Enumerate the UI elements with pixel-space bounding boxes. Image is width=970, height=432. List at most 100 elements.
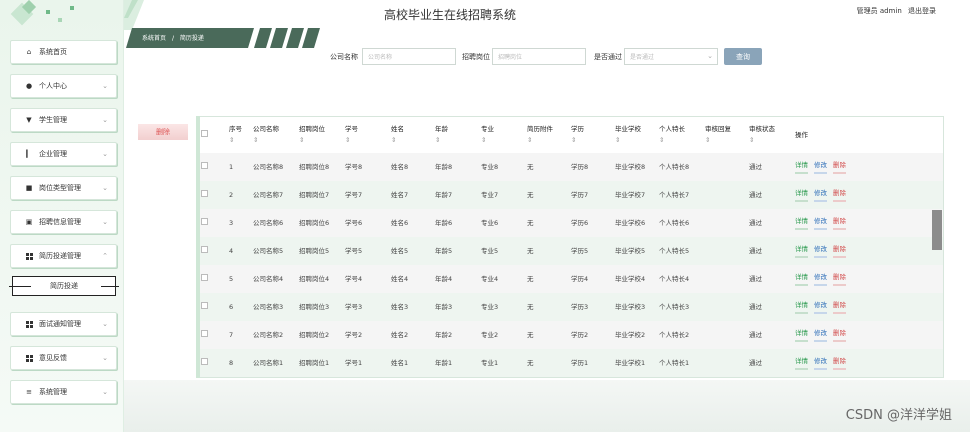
detail-button[interactable]: 详情 <box>795 300 808 314</box>
company-cell: 公司名称2 <box>253 331 284 339</box>
delete-button[interactable]: 删除 <box>833 328 846 342</box>
detail-button[interactable]: 详情 <box>795 272 808 286</box>
position-cell: 招聘岗位7 <box>299 191 330 199</box>
row-checkbox[interactable] <box>197 153 225 181</box>
student-id-cell: 学号5 <box>345 247 363 255</box>
detail-button[interactable]: 详情 <box>795 188 808 202</box>
scrollbar-thumb[interactable] <box>932 210 942 250</box>
sidebar-item-home[interactable]: ⌂ 系统首页 <box>10 40 117 64</box>
batch-delete-button[interactable]: 删除 <box>138 124 188 140</box>
edit-button[interactable]: 修改 <box>814 328 827 342</box>
sidebar-item-feedback[interactable]: 意见反馈 ⌄ <box>10 346 117 370</box>
position-cell: 招聘岗位8 <box>299 163 330 171</box>
row-checkbox[interactable] <box>197 209 225 237</box>
delete-button[interactable]: 删除 <box>833 300 846 314</box>
delete-button[interactable]: 删除 <box>833 216 846 230</box>
detail-button[interactable]: 详情 <box>795 328 808 342</box>
major-cell: 专业1 <box>481 359 499 367</box>
logo-decoration <box>0 0 124 36</box>
edit-button[interactable]: 修改 <box>814 188 827 202</box>
age-cell: 年龄7 <box>435 191 453 199</box>
detail-button[interactable]: 详情 <box>795 244 808 258</box>
breadcrumb-separator: / <box>171 35 174 42</box>
student-id-cell: 学号3 <box>345 303 363 311</box>
sidebar-item-job-info[interactable]: ▣ 招聘信息管理 ⌄ <box>10 210 117 234</box>
student-id-cell: 学号6 <box>345 219 363 227</box>
major-cell: 专业5 <box>481 247 499 255</box>
company-input[interactable]: 公司名称 <box>362 48 456 65</box>
detail-button[interactable]: 详情 <box>795 356 808 370</box>
column-header-attachment[interactable]: 简历附件 ⇕ <box>523 117 567 153</box>
column-header-status[interactable]: 审核状态 ⇕ <box>745 117 791 153</box>
column-header-education[interactable]: 学历 ⇕ <box>567 117 611 153</box>
column-header-no[interactable]: 序号 ⇕ <box>225 117 249 153</box>
column-header-age[interactable]: 年龄 ⇕ <box>431 117 477 153</box>
column-header-reply[interactable]: 审核回复 ⇕ <box>701 117 745 153</box>
delete-button[interactable]: 删除 <box>833 272 846 286</box>
sidebar-item-students[interactable]: ▼ 学生管理 ⌄ <box>10 108 117 132</box>
sidebar-item-personal-center[interactable]: ● 个人中心 ⌄ <box>10 74 117 98</box>
delete-button[interactable]: 删除 <box>833 244 846 258</box>
breadcrumb-home[interactable]: 系统首页 <box>142 35 166 42</box>
approved-select-value: 是否通过 <box>630 54 655 61</box>
row-actions: 详情 修改 删除 <box>791 181 943 209</box>
attachment-cell: 无 <box>527 303 534 311</box>
delete-button[interactable]: 删除 <box>833 356 846 370</box>
column-header-company[interactable]: 公司名称 ⇕ <box>249 117 295 153</box>
sidebar-item-interview-notices[interactable]: 面试通知管理 ⌄ <box>10 312 117 336</box>
row-number: 3 <box>229 219 234 227</box>
selection-marker <box>9 286 31 287</box>
edit-button[interactable]: 修改 <box>814 160 827 174</box>
row-checkbox[interactable] <box>197 349 225 377</box>
row-checkbox[interactable] <box>197 237 225 265</box>
logout-link[interactable]: 退出登录 <box>908 7 936 15</box>
clipboard-icon: ▣ <box>25 218 33 226</box>
detail-button[interactable]: 详情 <box>795 160 808 174</box>
status-cell: 通过 <box>749 247 762 255</box>
sidebar-item-resume-submissions[interactable]: 简历投递管理 ⌃ <box>10 244 117 268</box>
sidebar-item-label: 系统管理 <box>39 388 67 396</box>
sidebar-item-position-types[interactable]: ■ 岗位类型管理 ⌄ <box>10 176 117 200</box>
sidebar-item-companies[interactable]: ▎ 企业管理 ⌄ <box>10 142 117 166</box>
education-cell: 学历6 <box>571 219 589 227</box>
sidebar-item-system[interactable]: ≡ 系统管理 ⌄ <box>10 380 117 404</box>
reply-cell <box>701 321 745 349</box>
position-input[interactable]: 招聘岗位 <box>492 48 586 65</box>
position-cell: 招聘岗位3 <box>299 303 330 311</box>
company-cell: 公司名称7 <box>253 191 284 199</box>
row-checkbox[interactable] <box>197 293 225 321</box>
sidebar-item-label: 岗位类型管理 <box>39 184 81 192</box>
attachment-cell: 无 <box>527 191 534 199</box>
column-header-position[interactable]: 招聘岗位 ⇕ <box>295 117 341 153</box>
edit-button[interactable]: 修改 <box>814 356 827 370</box>
company-cell: 公司名称6 <box>253 219 284 227</box>
sidebar-item-label: 面试通知管理 <box>39 320 81 328</box>
position-cell: 招聘岗位2 <box>299 331 330 339</box>
row-checkbox[interactable] <box>197 265 225 293</box>
detail-button[interactable]: 详情 <box>795 216 808 230</box>
column-header-major[interactable]: 专业 ⇕ <box>477 117 523 153</box>
sliders-icon: ≡ <box>26 388 32 396</box>
delete-button[interactable]: 删除 <box>833 188 846 202</box>
row-checkbox[interactable] <box>197 321 225 349</box>
status-cell: 通过 <box>749 163 762 171</box>
row-number: 4 <box>229 247 234 255</box>
major-cell: 专业4 <box>481 275 499 283</box>
column-header-specialty[interactable]: 个人特长 ⇕ <box>655 117 701 153</box>
query-button[interactable]: 查询 <box>724 48 762 65</box>
column-header-school[interactable]: 毕业学校 ⇕ <box>611 117 655 153</box>
row-checkbox[interactable] <box>197 181 225 209</box>
delete-button[interactable]: 删除 <box>833 160 846 174</box>
select-all-checkbox[interactable] <box>197 117 225 153</box>
column-header-name[interactable]: 姓名 ⇕ <box>387 117 431 153</box>
chevron-down-icon: ⌄ <box>102 184 108 192</box>
edit-button[interactable]: 修改 <box>814 272 827 286</box>
approved-select[interactable]: 是否通过 ⌄ <box>624 48 718 65</box>
column-header-student-id[interactable]: 学号 ⇕ <box>341 117 387 153</box>
edit-button[interactable]: 修改 <box>814 244 827 258</box>
sidebar-subitem-resume-submission[interactable]: 简历投递 <box>9 276 119 296</box>
chevron-down-icon: ⌄ <box>102 388 108 396</box>
edit-button[interactable]: 修改 <box>814 216 827 230</box>
edit-button[interactable]: 修改 <box>814 300 827 314</box>
major-cell: 专业2 <box>481 331 499 339</box>
